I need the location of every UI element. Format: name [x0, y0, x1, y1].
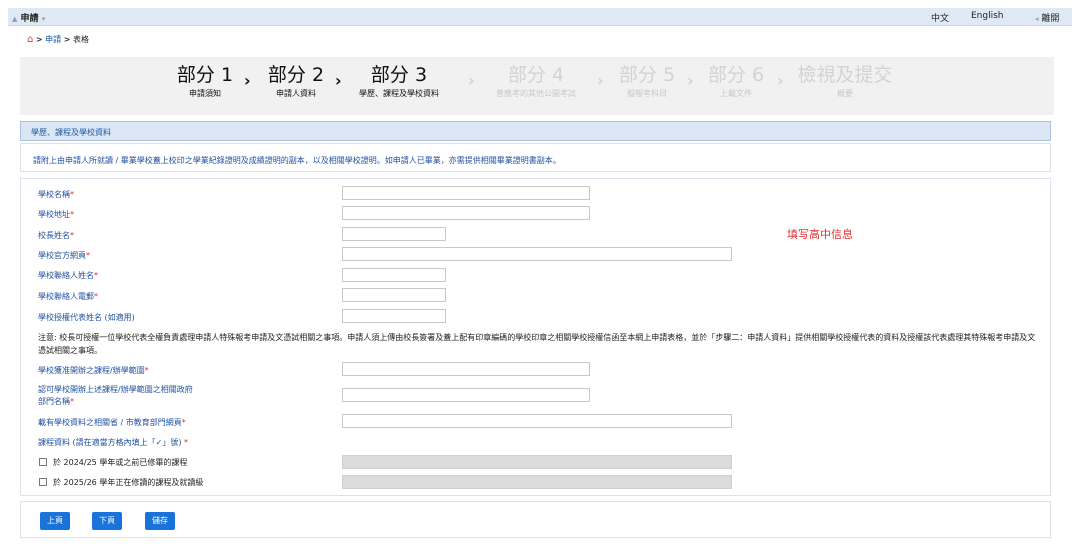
current-course-input — [342, 475, 732, 489]
section-header: 學歷、課程及學校資料 — [20, 121, 1051, 141]
school-website-input[interactable] — [342, 247, 732, 261]
step-5-label: 擬報考科目 — [627, 89, 667, 98]
step-6-number: 部分 6 — [707, 64, 765, 86]
completed-course-input — [342, 455, 732, 469]
language-chinese-link[interactable]: 中文 — [931, 11, 949, 24]
principal-name-input[interactable] — [342, 227, 446, 241]
required-mark: * — [181, 418, 186, 427]
step-3-label: 學歷、課程及學校資料 — [359, 89, 439, 98]
course-info-label: 課程資料 (請在適當方格內填上「✓」號) * — [38, 438, 189, 447]
chevron-right-icon: › — [244, 71, 251, 90]
next-page-button[interactable]: 下頁 — [92, 512, 122, 530]
gov-dept-input[interactable] — [342, 388, 590, 402]
step-6: 部分 6 上載文件 — [702, 62, 770, 100]
breadcrumb-form: 表格 — [72, 35, 89, 44]
logout-link[interactable]: ◂ 離開 — [1035, 11, 1059, 24]
breadcrumb: ⌂ > 申請 > 表格 — [27, 34, 89, 45]
approved-scope-input[interactable] — [342, 362, 590, 376]
section-notice: 請附上由申請人所就讀 / 畢業學校蓋上校印之學業紀錄證明及成績證明的副本，以及相… — [20, 143, 1051, 172]
step-3-number: 部分 3 — [370, 64, 428, 86]
breadcrumb-separator: > — [35, 35, 43, 44]
apply-menu-label: 申請 — [20, 14, 39, 24]
step-review-label: 概要 — [837, 89, 853, 98]
school-address-label: 學校地址* — [38, 210, 74, 219]
breadcrumb-separator: > — [63, 35, 71, 44]
contact-name-input[interactable] — [342, 268, 446, 282]
section-title: 學歷、課程及學校資料 — [31, 128, 111, 137]
apply-menu[interactable]: ▲ 申請 ▾ — [12, 11, 45, 24]
logout-label: 離開 — [1041, 14, 1060, 24]
top-bar: ▲ 申請 ▾ 中文 English ◂ 離開 — [8, 8, 1072, 26]
contact-name-label: 學校聯絡人姓名* — [38, 271, 98, 280]
language-english-link[interactable]: English — [971, 11, 1004, 21]
step-2-label: 申請人資料 — [276, 89, 316, 98]
completed-course-label: 於 2024/25 學年或之前已修畢的課程 — [53, 458, 188, 467]
chevron-right-icon: › — [468, 71, 475, 90]
step-review-submit: 檢視及提交 概要 — [790, 62, 900, 100]
step-1-number: 部分 1 — [176, 64, 234, 86]
chevron-right-icon: › — [335, 71, 342, 90]
completed-course-checkbox[interactable] — [39, 458, 47, 466]
step-4-number: 部分 4 — [507, 64, 565, 86]
school-name-label: 學校名稱* — [38, 190, 74, 199]
step-3[interactable]: 部分 3 學歷、課程及學校資料 — [348, 62, 450, 100]
authorized-rep-label: 學校授權代表姓名 (如適用) — [38, 313, 135, 322]
required-mark: * — [94, 271, 98, 280]
step-6-label: 上載文件 — [720, 89, 752, 98]
school-name-input[interactable] — [342, 186, 590, 200]
step-1-label: 申請須知 — [189, 89, 221, 98]
chevron-right-icon: › — [687, 71, 694, 90]
chevron-down-icon: ▾ — [41, 15, 46, 23]
required-mark: * — [70, 190, 74, 199]
step-2[interactable]: 部分 2 申請人資料 — [260, 62, 332, 100]
authorized-rep-input[interactable] — [342, 309, 446, 323]
step-4-label: 曾應考的其他公開考試 — [496, 89, 576, 98]
previous-page-button[interactable]: 上頁 — [40, 512, 70, 530]
step-4: 部分 4 曾應考的其他公開考試 — [480, 62, 592, 100]
school-website-label: 學校官方網頁* — [38, 251, 90, 260]
required-mark: * — [70, 210, 74, 219]
button-bar: 上頁 下頁 儲存 — [20, 501, 1051, 538]
gov-website-input[interactable] — [342, 414, 732, 428]
step-5-number: 部分 5 — [618, 64, 676, 86]
chevron-right-icon: › — [777, 71, 784, 90]
triangle-icon: ▲ — [12, 15, 18, 23]
required-mark: * — [70, 231, 74, 240]
required-mark: * — [94, 292, 98, 301]
school-address-input[interactable] — [342, 206, 590, 220]
gov-dept-label-line2: 部門名稱* — [38, 397, 74, 406]
annotation-note: 填写高中信息 — [787, 228, 853, 241]
step-review-number: 檢視及提交 — [797, 64, 893, 86]
principal-name-label: 校長姓名* — [38, 231, 74, 240]
gov-website-label: 載有學校資料之相關省 / 市教育部門網頁* — [38, 418, 186, 427]
gov-dept-label-line1: 認可學校開辦上述課程/辦學範圍之相關政府 — [38, 385, 193, 394]
required-mark: * — [144, 366, 149, 375]
current-course-label: 於 2025/26 學年正在修讀的課程及就讀級 — [53, 478, 204, 487]
step-progress: 部分 1 申請須知 › 部分 2 申請人資料 › 部分 3 學歷、課程及學校資料… — [20, 57, 1054, 115]
required-mark: * — [86, 251, 90, 260]
save-button[interactable]: 儲存 — [145, 512, 175, 530]
required-mark: * — [70, 397, 74, 406]
notice-text: 請附上由申請人所就讀 / 畢業學校蓋上校印之學業紀錄證明及成績證明的副本，以及相… — [33, 156, 561, 165]
step-5: 部分 5 擬報考科目 — [614, 62, 680, 100]
contact-email-label: 學校聯絡人電郵* — [38, 292, 98, 301]
required-mark: * — [184, 438, 189, 447]
home-icon[interactable]: ⌂ — [27, 34, 33, 45]
current-course-checkbox[interactable] — [39, 478, 47, 486]
step-2-number: 部分 2 — [267, 64, 325, 86]
chevron-right-icon: › — [597, 71, 604, 90]
authorization-note: 注意: 校長可授權一位學校代表全權負責處理申請人特殊報考申請及文憑試相關之事項。… — [38, 333, 1036, 355]
approved-scope-label: 學校獲准開辦之課程/辦學範圍* — [38, 366, 149, 375]
breadcrumb-apply[interactable]: 申請 — [45, 35, 61, 44]
step-1[interactable]: 部分 1 申請須知 — [170, 62, 240, 100]
arrow-left-icon: ◂ — [1035, 15, 1039, 23]
contact-email-input[interactable] — [342, 288, 446, 302]
